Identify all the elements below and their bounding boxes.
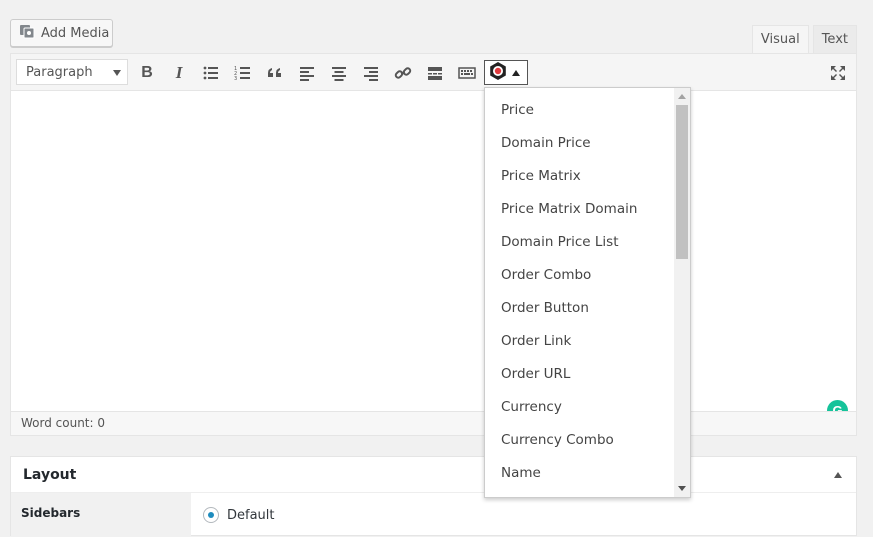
layout-title: Layout — [23, 467, 77, 483]
scrollbar[interactable] — [674, 88, 690, 497]
bullet-list-icon[interactable] — [198, 60, 224, 86]
bold-button[interactable]: B — [134, 60, 160, 86]
align-left-icon[interactable] — [294, 60, 320, 86]
numbered-list-icon[interactable]: 123 — [230, 60, 256, 86]
chevron-down-icon — [113, 70, 121, 76]
editor-content[interactable]: G — [11, 91, 856, 421]
sidebars-label: Sidebars — [11, 493, 191, 537]
menu-item[interactable]: Price Matrix — [485, 160, 675, 193]
editor-toolbar: Paragraph B I 123 — [11, 54, 856, 91]
fullscreen-icon[interactable] — [828, 63, 848, 83]
menu-item[interactable]: Currency — [485, 391, 675, 424]
editor: Paragraph B I 123 Word count: 0 — [10, 53, 857, 436]
keyboard-icon[interactable] — [454, 60, 480, 86]
scroll-down-icon[interactable] — [678, 486, 686, 491]
menu-item[interactable]: Currency Combo — [485, 424, 675, 457]
menu-item[interactable]: Order Combo — [485, 259, 675, 292]
link-icon[interactable] — [390, 60, 416, 86]
media-icon — [19, 23, 35, 43]
scroll-up-icon[interactable] — [678, 94, 686, 99]
align-right-icon[interactable] — [358, 60, 384, 86]
word-count: Word count: 0 — [11, 411, 856, 435]
menu-item[interactable]: Price — [485, 94, 675, 127]
editor-tabs: Visual Text — [751, 25, 857, 53]
svg-text:3: 3 — [234, 76, 237, 82]
menu-list: Price Domain Price Price Matrix Price Matri… — [485, 94, 675, 490]
tab-text[interactable]: Text — [812, 25, 857, 53]
scroll-thumb[interactable] — [676, 105, 688, 259]
sidebars-option-default[interactable]: Default — [203, 507, 275, 523]
collapse-icon[interactable] — [834, 472, 842, 478]
menu-item[interactable]: Order Button — [485, 292, 675, 325]
layout-panel: Layout Sidebars Default — [10, 456, 857, 537]
radio-button[interactable] — [203, 507, 219, 523]
shortcode-dropdown-menu: Price Domain Price Price Matrix Price Matri… — [484, 87, 691, 498]
read-more-icon[interactable] — [422, 60, 448, 86]
layout-panel-header[interactable]: Layout — [11, 457, 856, 493]
plugin-shortcode-button[interactable] — [484, 60, 528, 85]
add-media-button[interactable]: Add Media — [10, 19, 113, 47]
menu-item[interactable]: Domain Price List — [485, 226, 675, 259]
format-select[interactable]: Paragraph — [16, 59, 128, 85]
menu-item[interactable]: Order URL — [485, 358, 675, 391]
menu-item[interactable]: Price Matrix Domain — [485, 193, 675, 226]
menu-item[interactable]: Order Link — [485, 325, 675, 358]
format-select-value: Paragraph — [26, 64, 93, 80]
align-center-icon[interactable] — [326, 60, 352, 86]
menu-item[interactable]: Domain Price — [485, 127, 675, 160]
tab-visual[interactable]: Visual — [751, 25, 809, 53]
caret-up-icon — [512, 69, 520, 76]
blockquote-icon[interactable] — [262, 60, 288, 86]
italic-button[interactable]: I — [166, 60, 192, 86]
menu-item[interactable]: Name — [485, 457, 675, 490]
plugin-gear-icon — [488, 61, 508, 85]
add-media-label: Add Media — [41, 25, 110, 41]
sidebars-option-label: Default — [227, 507, 275, 523]
